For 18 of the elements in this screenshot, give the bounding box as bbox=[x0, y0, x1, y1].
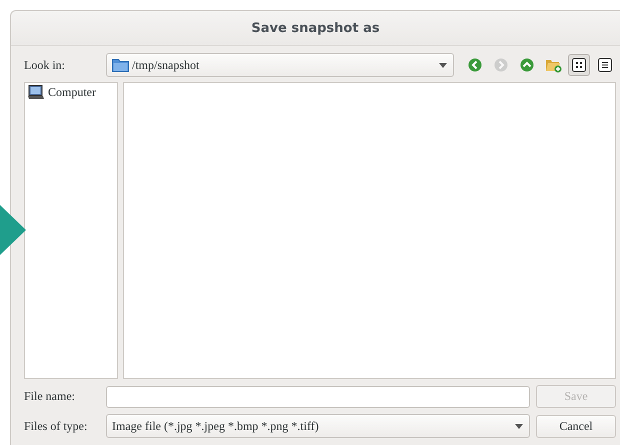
folder-icon bbox=[112, 58, 129, 72]
play-arrow-icon bbox=[0, 205, 26, 255]
detail-view-icon bbox=[598, 58, 612, 72]
icon-view-button[interactable] bbox=[568, 54, 590, 76]
file-name-label: File name: bbox=[24, 389, 76, 404]
new-folder-icon bbox=[544, 57, 562, 73]
file-type-label: Files of type: bbox=[24, 418, 88, 434]
look-in-combo[interactable]: /tmp/snapshot bbox=[106, 53, 454, 77]
cancel-button[interactable]: Cancel bbox=[536, 414, 616, 438]
window-title: Save snapshot as bbox=[251, 20, 380, 36]
look-in-label: Look in: bbox=[24, 58, 66, 72]
sidebar-item[interactable]: Computer bbox=[28, 85, 114, 100]
computer-icon bbox=[28, 85, 44, 100]
caret-icon bbox=[515, 424, 523, 428]
icon-view-icon bbox=[572, 58, 586, 72]
file-name-field[interactable] bbox=[106, 386, 530, 408]
caret-icon bbox=[439, 62, 447, 68]
file-type-combo[interactable]: Image file (*.jpg *.jpeg *.bmp *.png *.tiff) bbox=[106, 414, 530, 438]
